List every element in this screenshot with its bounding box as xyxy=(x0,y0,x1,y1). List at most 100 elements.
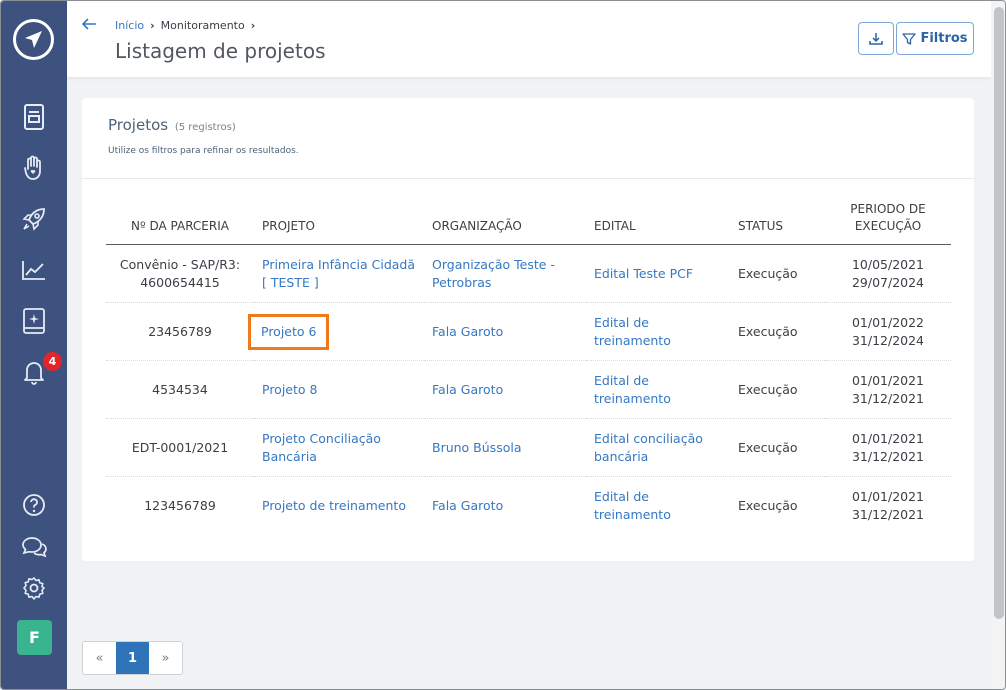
organization-link[interactable]: Fala Garoto xyxy=(432,498,503,513)
record-count: (5 registros) xyxy=(174,122,236,133)
column-header-organizacao[interactable]: ORGANIZAÇÃO xyxy=(424,201,586,245)
pagination-prev[interactable]: « xyxy=(83,642,116,674)
project-link[interactable]: Projeto de treinamento xyxy=(262,498,406,513)
pagination-page-1[interactable]: 1 xyxy=(116,642,149,674)
gear-icon xyxy=(23,577,45,600)
cell-status: Execução xyxy=(730,244,825,303)
sidebar-item-monitoring[interactable] xyxy=(20,256,48,284)
cell-edital: Edital de treinamento xyxy=(586,360,730,419)
cell-status: Execução xyxy=(730,360,825,419)
organization-link[interactable]: Fala Garoto xyxy=(432,382,503,397)
projects-card: Projetos (5 registros) Utilize os filtro… xyxy=(82,98,974,561)
cell-organizacao: Organização Teste - Petrobras xyxy=(424,244,586,303)
download-button[interactable] xyxy=(858,22,894,55)
user-avatar[interactable]: F xyxy=(17,620,52,655)
column-header-periodo[interactable]: PERIODO DE EXECUÇÃO xyxy=(825,201,951,245)
column-header-projeto[interactable]: PROJETO xyxy=(254,201,424,245)
cell-edital: Edital de treinamento xyxy=(586,302,730,361)
organization-link[interactable]: Fala Garoto xyxy=(432,324,503,339)
project-link[interactable]: Projeto 8 xyxy=(262,382,317,397)
notification-badge: 4 xyxy=(43,352,62,371)
cell-organizacao: Fala Garoto xyxy=(424,302,586,361)
app-logo[interactable] xyxy=(13,19,54,60)
breadcrumb-separator: › xyxy=(250,19,256,32)
cell-status: Execução xyxy=(730,418,825,477)
period-start: 10/05/2021 xyxy=(851,256,925,272)
cell-projeto: Projeto 8 xyxy=(254,360,424,419)
period-end: 31/12/2021 xyxy=(851,506,925,522)
edital-link[interactable]: Edital conciliação bancária xyxy=(594,431,703,464)
scrollbar-thumb[interactable] xyxy=(994,7,1004,619)
cell-periodo: 01/01/2021 31/12/2021 xyxy=(825,360,951,419)
breadcrumb-separator: › xyxy=(150,19,155,32)
breadcrumb-monitoring[interactable]: Monitoramento xyxy=(161,19,245,32)
sidebar-item-documents[interactable] xyxy=(20,103,48,131)
sidebar-item-help[interactable] xyxy=(20,491,48,519)
cell-edital: Edital Teste PCF xyxy=(586,244,730,303)
cell-parceria: EDT-0001/2021 xyxy=(106,418,254,477)
cell-parceria: 4534534 xyxy=(106,360,254,419)
table-header-row: Nº DA PARCERIA PROJETO ORGANIZAÇÃO EDITA… xyxy=(106,201,951,245)
column-header-parceria[interactable]: Nº DA PARCERIA xyxy=(106,201,254,245)
table-row: 23456789 Projeto 6 Fala Garoto Edital de… xyxy=(106,302,951,361)
filter-button-label: Filtros xyxy=(920,31,968,46)
organization-link[interactable]: Bruno Bússola xyxy=(432,440,521,455)
back-button[interactable] xyxy=(81,16,97,35)
cell-status: Execução xyxy=(738,497,798,513)
highlight-box: Projeto 6 xyxy=(248,313,330,350)
project-link[interactable]: Projeto 6 xyxy=(261,324,316,339)
table-row: 123456789 Projeto de treinamento Fala Ga… xyxy=(106,477,951,535)
card-subtitle: Utilize os filtros para refinar os resul… xyxy=(108,146,299,156)
edital-link[interactable]: Edital Teste PCF xyxy=(594,266,693,281)
edital-link[interactable]: Edital de treinamento xyxy=(594,373,671,406)
pagination-next[interactable]: » xyxy=(149,642,182,674)
filter-button[interactable]: Filtros xyxy=(896,22,974,55)
period-end: 29/07/2024 xyxy=(851,274,925,290)
paper-plane-icon xyxy=(25,31,42,48)
cell-periodo: 01/01/2021 31/12/2021 xyxy=(825,477,951,535)
sidebar-item-settings[interactable] xyxy=(20,574,48,602)
edital-link[interactable]: Edital de treinamento xyxy=(594,489,671,522)
sidebar-item-reports[interactable] xyxy=(20,307,48,335)
sidebar-item-projects[interactable] xyxy=(20,205,48,233)
table-row: EDT-0001/2021 Projeto Conciliação Bancár… xyxy=(106,418,951,477)
cell-periodo: 01/01/2022 31/12/2024 xyxy=(825,302,951,361)
vertical-scrollbar[interactable] xyxy=(991,1,1005,689)
breadcrumb: Início › Monitoramento › xyxy=(115,19,261,32)
chat-icon xyxy=(22,537,47,558)
hand-heart-icon xyxy=(24,155,41,180)
period-start: 01/01/2022 xyxy=(851,314,925,330)
rocket-icon xyxy=(22,208,45,231)
card-title: Projetos (5 registros) xyxy=(108,116,236,134)
organization-link[interactable]: Organização Teste - Petrobras xyxy=(432,257,555,290)
period-end: 31/12/2024 xyxy=(851,332,925,348)
breadcrumb-home[interactable]: Início xyxy=(115,19,144,32)
period-start: 01/01/2021 xyxy=(851,488,925,504)
project-link[interactable]: Projeto Conciliação Bancária xyxy=(262,431,381,464)
cell-periodo: 01/01/2021 31/12/2021 xyxy=(825,418,951,477)
column-header-edital[interactable]: EDITAL xyxy=(586,201,730,245)
edital-link[interactable]: Edital de treinamento xyxy=(594,315,671,348)
project-link[interactable]: Primeira Infância Cidadã [ TESTE ] xyxy=(262,257,415,290)
pagination: « 1 » xyxy=(82,641,183,675)
card-title-text: Projetos xyxy=(108,116,169,134)
download-icon xyxy=(869,32,883,45)
period-start: 01/01/2021 xyxy=(851,372,925,388)
cell-projeto: Primeira Infância Cidadã [ TESTE ] xyxy=(254,244,424,303)
book-sparkle-icon xyxy=(23,308,45,334)
sidebar-item-chat[interactable] xyxy=(20,533,48,561)
card-divider xyxy=(82,178,974,179)
column-header-status[interactable]: STATUS xyxy=(730,201,825,245)
sidebar-item-partnerships[interactable] xyxy=(20,154,48,182)
filter-icon xyxy=(902,32,917,45)
cell-projeto: Projeto de treinamento xyxy=(254,477,424,535)
cell-projeto: Projeto Conciliação Bancária xyxy=(254,418,424,477)
page-title: Listagem de projetos xyxy=(115,39,326,63)
page-header: Início › Monitoramento › Listagem de projet… xyxy=(67,1,991,77)
period-end: 31/12/2021 xyxy=(851,448,925,464)
projects-table: Nº DA PARCERIA PROJETO ORGANIZAÇÃO EDITA… xyxy=(106,201,951,535)
cell-parceria: 123456789 xyxy=(144,497,216,513)
cell-periodo: 10/05/2021 29/07/2024 xyxy=(825,244,951,303)
cell-edital: Edital de treinamento xyxy=(586,477,730,535)
cell-status: Execução xyxy=(730,302,825,361)
